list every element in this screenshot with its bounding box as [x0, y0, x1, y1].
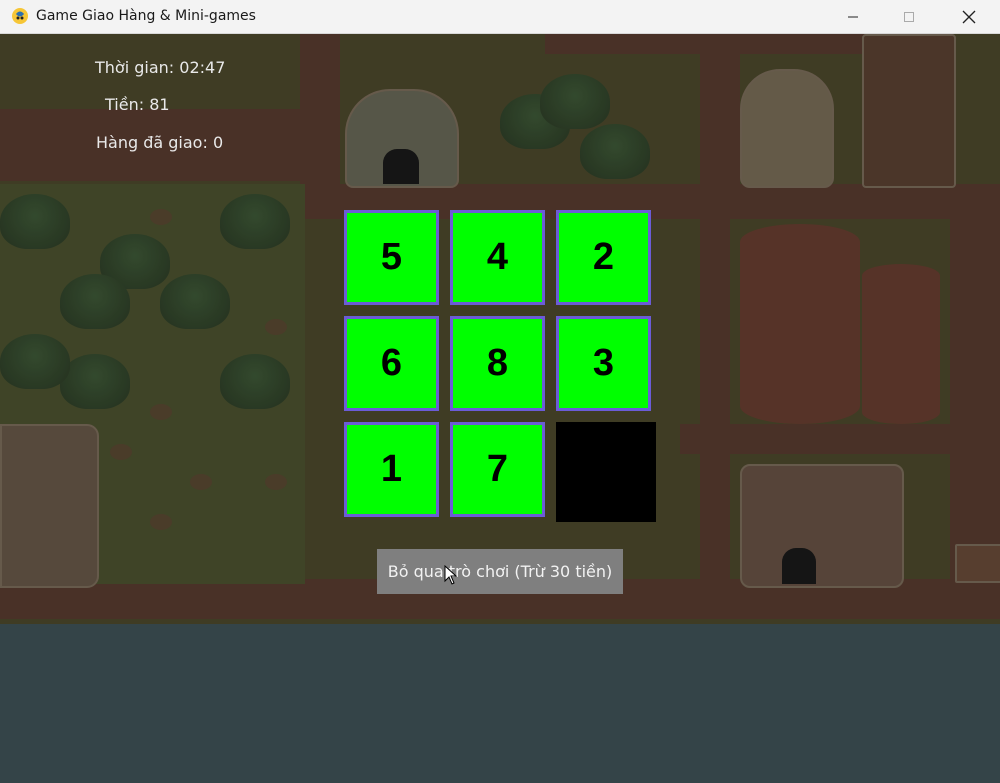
- puzzle-tile[interactable]: 1: [344, 422, 439, 517]
- maximize-icon: [904, 11, 914, 22]
- puzzle-tile[interactable]: 4: [450, 210, 545, 305]
- close-button[interactable]: [946, 0, 992, 33]
- puzzle-empty-cell: [556, 422, 656, 522]
- time-label: Thời gian: 02:47: [95, 58, 226, 77]
- title-bar[interactable]: Game Giao Hàng & Mini-games: [0, 0, 1000, 34]
- maximize-button[interactable]: [886, 0, 932, 33]
- mouse-cursor-icon: [444, 565, 458, 585]
- delivered-count-label: Hàng đã giao: 0: [96, 133, 224, 152]
- puzzle-tile[interactable]: 5: [344, 210, 439, 305]
- puzzle-tile[interactable]: 6: [344, 316, 439, 411]
- money-label: Tiền: 81: [105, 95, 170, 114]
- game-window: Game Giao Hàng & Mini-games Thời gian: 0…: [0, 0, 1000, 783]
- puzzle-tile[interactable]: 7: [450, 422, 545, 517]
- pygame-snake-icon: [12, 8, 28, 24]
- sliding-puzzle: 542 683 17: [344, 210, 656, 522]
- minimize-icon: [848, 16, 858, 17]
- game-map: Thời gian: 02:47 Tiền: 81 Hàng đã giao: …: [0, 34, 1000, 783]
- minimize-button[interactable]: [830, 0, 876, 33]
- close-icon: [962, 10, 976, 23]
- window-title: Game Giao Hàng & Mini-games: [36, 8, 256, 24]
- puzzle-tile[interactable]: 2: [556, 210, 651, 305]
- skip-game-button[interactable]: Bỏ qua trò chơi (Trừ 30 tiền): [377, 549, 623, 594]
- puzzle-tile[interactable]: 3: [556, 316, 651, 411]
- puzzle-tile[interactable]: 8: [450, 316, 545, 411]
